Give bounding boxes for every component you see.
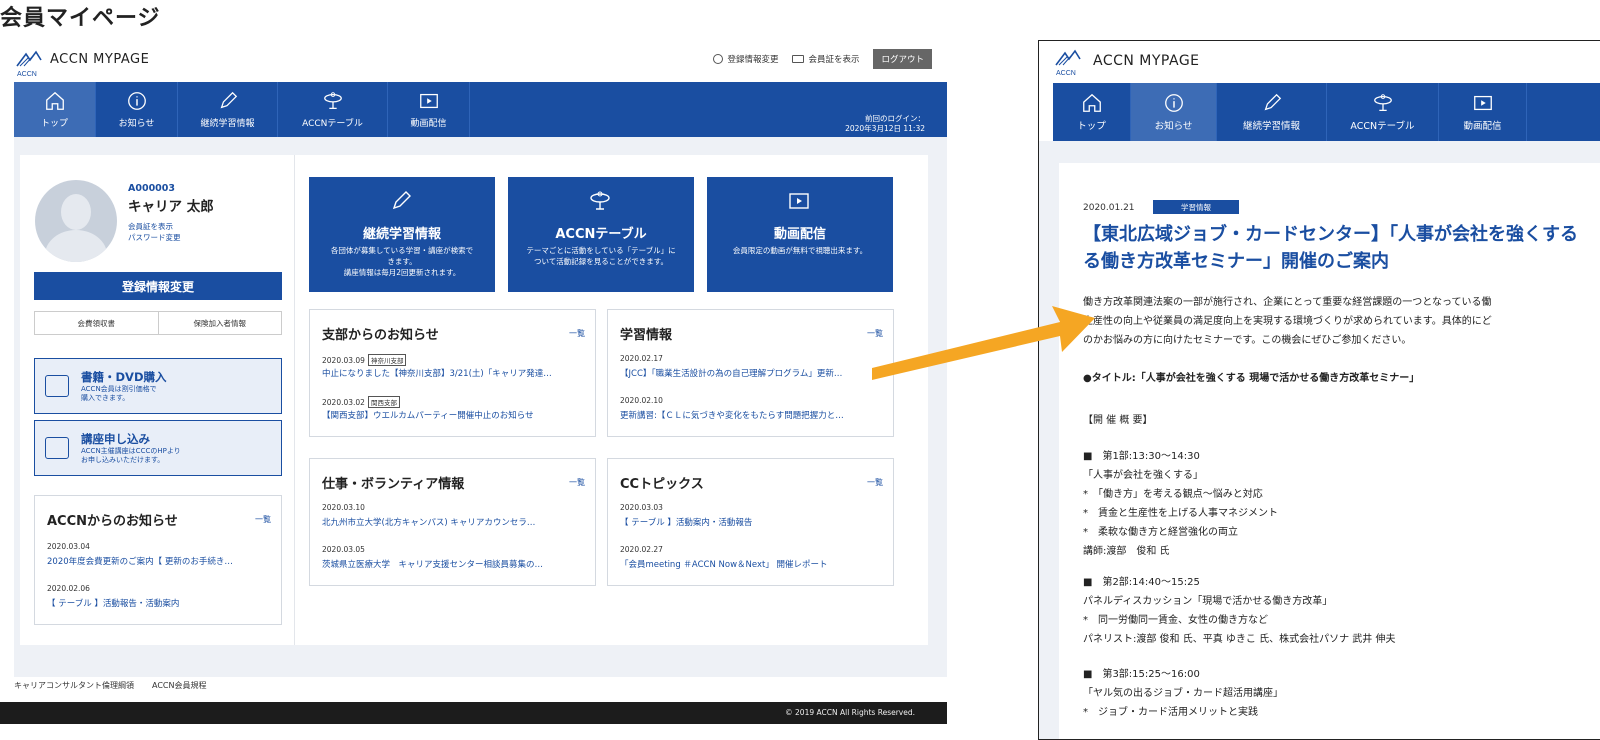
book-icon: [45, 375, 69, 397]
article-body: 2020.01.21 学習情報 【東北広域ジョブ・カードセンター】「人事が会社を…: [1059, 163, 1600, 739]
main-nav: トップ お知らせ 継続学習情報 ACCNテーブル 動画配信: [14, 82, 947, 137]
home-icon: [1082, 93, 1101, 112]
nav-news[interactable]: お知らせ: [96, 82, 178, 137]
news-link[interactable]: 【JCC】「職業生活設計の為の自己理解プログラム」更新…: [620, 367, 842, 379]
accn-logo[interactable]: ACCN: [1053, 47, 1083, 77]
show-card-profile-link[interactable]: 会員証を表示: [128, 221, 181, 232]
news-link[interactable]: 北九州市立大学(北方キャンパス) キャリアカウンセラ…: [322, 516, 535, 528]
feature-video[interactable]: 動画配信 会員限定の動画が無料で視聴出来ます。: [707, 177, 893, 292]
info-icon: [1164, 94, 1183, 112]
article-intro: 働き方改革関連法案の一部が施行され、企業にとって重要な経営課題の一つとなっている…: [1083, 297, 1492, 346]
nav-study[interactable]: 継続学習情報: [178, 82, 278, 137]
article-date: 2020.01.21: [1083, 203, 1135, 213]
more-link[interactable]: 一覧: [255, 514, 271, 525]
category-tag: 学習情報: [1153, 200, 1239, 214]
receipt-insurance-links: 会費領収書 保険加入者情報: [34, 311, 282, 335]
news-link[interactable]: 「会員meeting ＃ACCN Now＆Next」 開催レポート: [620, 558, 828, 570]
work-news-panel: 仕事・ボランティア情報 一覧 2020.03.10 北九州市立大学(北方キャンパ…: [309, 458, 596, 586]
branch-tag: 神奈川支部: [367, 354, 407, 366]
ethics-link[interactable]: キャリアコンサルタント倫理綱領: [14, 680, 134, 691]
detail-screenshot: ACCN ACCN MYPAGE トップ お知らせ 継続学習情報 ACCNテーブ…: [1038, 40, 1600, 740]
copyright: © 2019 ACCN All Rights Reserved.: [785, 708, 915, 717]
branch-tag: 関西支部: [367, 396, 400, 408]
branch-news-panel: 支部からのお知らせ 一覧 2020.03.09 神奈川支部 中止になりました【神奈…: [309, 309, 596, 437]
part3-section: ■ 第3部:15:25〜16:00 「ヤル気の出るジョブ・カード超活用講座」 *…: [1083, 669, 1283, 718]
seminar-title: ●タイトル:「人事が会社を強くする 現場で活かせる働き方改革セミナー」: [1083, 373, 1420, 384]
pencil-icon: [220, 91, 237, 109]
content-panel: A000003 キャリア 太郎 会員証を表示 パスワード変更 登録情報変更 会費…: [20, 155, 928, 645]
member-id: A000003: [128, 183, 176, 194]
site-header: ACCN ACCN MYPAGE 登録情報変更 会員証を表示 ログアウト: [0, 40, 947, 82]
course-apply-banner[interactable]: 講座申し込み ACCN主催講座はCCCのHPより お申し込みいただけます。: [34, 420, 282, 476]
main-content: A000003 キャリア 太郎 会員証を表示 パスワード変更 登録情報変更 会費…: [14, 137, 947, 677]
more-link[interactable]: 一覧: [569, 477, 585, 488]
footer-links: キャリアコンサルタント倫理綱領 ACCN会員規程: [14, 680, 207, 691]
change-password-link[interactable]: パスワード変更: [128, 232, 181, 243]
more-link[interactable]: 一覧: [867, 328, 883, 339]
page-heading: 会員マイページ: [0, 6, 161, 31]
last-login: 前回のログイン： 2020年3月12日 11:32: [845, 114, 925, 133]
news-link[interactable]: 【 テーブル 】活動案内・活動報告: [620, 516, 752, 528]
nav-video[interactable]: 動画配信: [1439, 83, 1527, 141]
pencil-icon: [1264, 93, 1281, 111]
card-icon: [792, 55, 805, 63]
news-link[interactable]: 更新講習:【ＣＬに気づきや変化をもたらす問題把握力と…: [620, 409, 844, 421]
show-card-link[interactable]: 会員証を表示: [792, 53, 859, 65]
nav-study[interactable]: 継続学習情報: [1217, 83, 1327, 141]
nav-news[interactable]: お知らせ: [1131, 83, 1217, 141]
news-link[interactable]: 2020年度会費更新のご案内【 更新のお手続き…: [47, 555, 233, 567]
edit-registration-button[interactable]: 登録情報変更: [34, 272, 282, 300]
nav-top[interactable]: トップ: [1053, 83, 1131, 141]
user-icon: [713, 54, 724, 64]
pencil-icon: [392, 191, 411, 210]
video-icon: [1473, 95, 1492, 111]
table-icon: [323, 92, 342, 109]
overview-heading: 【開 催 概 要】: [1083, 415, 1153, 426]
site-name: ACCN MYPAGE: [50, 52, 150, 67]
book-dvd-banner[interactable]: 書籍・DVD購入 ACCN会員は割引価格で 購入できます。: [34, 358, 282, 414]
accn-logo[interactable]: ACCN: [14, 48, 44, 78]
cc-topics-panel: CCトピックス 一覧 2020.03.03 【 テーブル 】活動案内・活動報告 …: [607, 458, 894, 586]
nav-video[interactable]: 動画配信: [388, 82, 470, 137]
detail-header: ACCN ACCN MYPAGE: [1039, 41, 1600, 83]
part1-section: ■ 第1部:13:30〜14:30 「人事が会社を強くする」 * 「働き方」を考…: [1083, 451, 1278, 557]
news-link[interactable]: 【関西支部】ウエルカムパーティー開催中止のお知らせ: [322, 409, 534, 421]
home-icon: [45, 91, 64, 110]
accn-news-panel: ACCNからのお知らせ 一覧 2020.03.04 2020年度会費更新のご案内…: [34, 495, 282, 625]
news-link[interactable]: 茨城県立医療大学 キャリア支援センター相談員募集の…: [322, 558, 543, 570]
nav-table[interactable]: ACCNテーブル: [1327, 83, 1439, 141]
rules-link[interactable]: ACCN会員規程: [152, 680, 207, 691]
info-icon: [127, 92, 146, 110]
article-title: 【東北広域ジョブ・カードセンター】「人事が会社を強くする る働き方改革セミナー」…: [1083, 224, 1578, 272]
part2-section: ■ 第2部:14:40〜15:25 パネルディスカッション「現場で活かせる働き方…: [1083, 577, 1396, 645]
feature-table[interactable]: ACCNテーブル テーマごとに活動をしている「テーブル」に ついて活動記録を見るこ…: [508, 177, 694, 292]
more-link[interactable]: 一覧: [867, 477, 883, 488]
fee-receipt-link[interactable]: 会費領収書: [35, 312, 159, 334]
news-link[interactable]: 中止になりました【神奈川支部】3/21(土)「キャリア発達…: [322, 367, 552, 379]
member-name: キャリア 太郎: [128, 199, 214, 215]
table-icon: [1373, 94, 1392, 111]
feature-study[interactable]: 継続学習情報 各団体が募集している学習・講座が検索で きます。 講座情報は毎月2回更…: [309, 177, 495, 292]
table-icon: [590, 191, 610, 210]
news-link[interactable]: 【 テーブル 】活動報告・活動案内: [47, 597, 179, 609]
nav-table[interactable]: ACCNテーブル: [278, 82, 388, 137]
video-icon: [789, 193, 809, 209]
more-link[interactable]: 一覧: [569, 328, 585, 339]
nav-top[interactable]: トップ: [14, 82, 96, 137]
site-name: ACCN MYPAGE: [1093, 53, 1200, 69]
detail-nav: トップ お知らせ 継続学習情報 ACCNテーブル 動画配信: [1053, 83, 1600, 141]
insurance-info-link[interactable]: 保険加入者情報: [159, 312, 282, 334]
study-news-panel: 学習情報 一覧 2020.02.17 【JCC】「職業生活設計の為の自己理解プロ…: [607, 309, 894, 437]
avatar: [35, 180, 117, 262]
svg-text:ACCN: ACCN: [1056, 70, 1076, 77]
video-icon: [419, 93, 438, 109]
svg-text:ACCN: ACCN: [17, 71, 37, 78]
edit-registration-link[interactable]: 登録情報変更: [713, 53, 778, 65]
logout-button[interactable]: ログアウト: [873, 49, 932, 69]
profile-links: 会員証を表示 パスワード変更: [128, 221, 181, 243]
header-links: 登録情報変更 会員証を表示 ログアウト: [713, 49, 932, 69]
mypage-screenshot: ACCN ACCN MYPAGE 登録情報変更 会員証を表示 ログアウト トップ…: [0, 40, 947, 740]
course-icon: [45, 437, 69, 459]
